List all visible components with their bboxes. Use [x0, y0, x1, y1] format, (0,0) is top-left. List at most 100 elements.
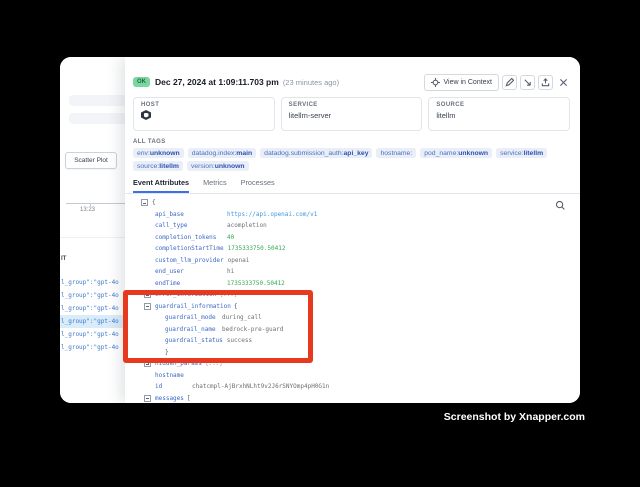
- service-card-value: litellm-server: [289, 111, 415, 120]
- app-window: Scatter Plot 13:23 IT l_group":"gpt-4o l…: [60, 57, 580, 403]
- group-row[interactable]: l_group":"gpt-4o: [60, 302, 125, 315]
- search-icon[interactable]: [555, 200, 566, 213]
- tag-pod-name[interactable]: pod_name:unknown: [420, 148, 492, 158]
- edit-button[interactable]: [502, 75, 517, 90]
- tag-value: unknown: [215, 163, 245, 170]
- tag-source[interactable]: source:litellm: [133, 161, 183, 171]
- expand-icon[interactable]: [144, 360, 151, 367]
- attr-row-messages: messages [: [133, 393, 570, 404]
- collapse-icon[interactable]: [141, 199, 148, 206]
- attr-key: guardrail_information: [155, 303, 231, 310]
- tab-event-attributes[interactable]: Event Attributes: [133, 178, 189, 193]
- export-icon: [541, 78, 550, 87]
- attr-row-guardrail-status: guardrail_status success: [133, 335, 570, 347]
- attr-value: bedrock-pre-guard: [222, 326, 283, 333]
- tag-value: unknown: [150, 150, 180, 157]
- host-card-label: HOST: [141, 102, 267, 108]
- background-row-placeholder: [69, 113, 127, 124]
- source-card[interactable]: SOURCE litellm: [428, 97, 570, 131]
- tag-datadog-submission-auth[interactable]: datadog.submission_auth:api_key: [260, 148, 372, 158]
- attr-key: error_information: [155, 291, 216, 298]
- attr-row-guardrail-name: guardrail_name bedrock-pre-guard: [133, 324, 570, 336]
- source-card-label: SOURCE: [436, 102, 562, 108]
- attr-key: guardrail_status: [165, 337, 223, 344]
- divider: [60, 237, 125, 238]
- attr-key: api_base: [155, 211, 223, 218]
- attr-value: acompletion: [227, 222, 267, 229]
- attr-value: 1735333750.50412: [227, 280, 285, 287]
- tag-service[interactable]: service:litellm: [496, 148, 547, 158]
- correlations-button[interactable]: [520, 75, 535, 90]
- background-row-placeholder: [69, 95, 127, 106]
- tag-version[interactable]: version:unknown: [187, 161, 249, 171]
- tag-key: datadog.index:: [192, 150, 237, 157]
- expand-icon[interactable]: [144, 291, 151, 298]
- status-badge: OK: [133, 77, 150, 87]
- export-button[interactable]: [538, 75, 553, 90]
- group-row[interactable]: l_group":"gpt-4o: [60, 289, 125, 302]
- collapse-icon[interactable]: [144, 303, 151, 310]
- tag-key: version:: [191, 163, 215, 170]
- host-card[interactable]: HOST: [133, 97, 275, 131]
- attr-value: hi: [227, 268, 234, 275]
- tag-value: main: [236, 150, 252, 157]
- chart-axis-tick: [90, 203, 91, 206]
- background-page-strip: Scatter Plot 13:23 IT l_group":"gpt-4o l…: [60, 57, 125, 403]
- view-in-context-button[interactable]: View in Context: [424, 74, 499, 91]
- all-tags-label: ALL TAGS: [133, 139, 570, 145]
- attr-value: openai: [228, 257, 250, 264]
- attr-value-link[interactable]: https://api.openai.com/v1: [227, 211, 317, 218]
- branch-arrow-icon: [523, 78, 532, 87]
- tag-hostname[interactable]: hostname:: [376, 148, 416, 158]
- attr-row-end-user: end_user hi: [133, 266, 570, 278]
- open-brace: {: [152, 199, 156, 206]
- attr-key: endTime: [155, 280, 223, 287]
- group-row-highlighted[interactable]: l_group":"gpt-4o: [60, 315, 125, 328]
- tag-key: source:: [137, 163, 159, 170]
- chart-axis-label: 13:23: [80, 207, 95, 213]
- attr-row-id: id chatcmpl-AjBrxhNLht9v2J6rSNYOmp4pH0G1…: [133, 381, 570, 393]
- scatter-plot-button[interactable]: Scatter Plot: [65, 152, 117, 169]
- attr-row-call-type: call_type acompletion: [133, 220, 570, 232]
- close-brace: }: [165, 349, 169, 356]
- tag-key: env:: [137, 150, 150, 157]
- crosshair-icon: [431, 78, 440, 87]
- attr-key: messages: [155, 395, 184, 402]
- header-actions: View in Context: [424, 73, 570, 91]
- tag-key: datadog.submission_auth:: [264, 150, 343, 157]
- attr-key: custom_llm_provider: [155, 257, 224, 264]
- tag-value: unknown: [458, 150, 488, 157]
- attr-row-guardrail-mode: guardrail_mode during_call: [133, 312, 570, 324]
- group-row[interactable]: l_group":"gpt-4o: [60, 276, 125, 289]
- tab-metrics[interactable]: Metrics: [203, 178, 227, 193]
- attr-key: call_type: [155, 222, 223, 229]
- tag-key: hostname:: [380, 150, 412, 157]
- attr-row-hostname: hostname: [133, 370, 570, 382]
- tag-value: litellm: [524, 150, 544, 157]
- close-button[interactable]: [556, 75, 570, 89]
- attr-row-end-time: endTime 1735333750.50412: [133, 278, 570, 290]
- attr-value: chatcmpl-AjBrxhNLht9v2J6rSNYOmp4pH0G1n: [192, 383, 329, 390]
- tab-processes[interactable]: Processes: [241, 178, 275, 193]
- event-header: OK Dec 27, 2024 at 1:09:11.703 pm (23 mi…: [133, 73, 570, 91]
- group-row[interactable]: l_group":"gpt-4o: [60, 341, 125, 354]
- json-root-row: {: [133, 197, 570, 209]
- collapse-icon[interactable]: [144, 395, 151, 402]
- event-timestamp: Dec 27, 2024 at 1:09:11.703 pm: [155, 77, 279, 87]
- attr-row-hidden-params: hidden_params {...}: [133, 358, 570, 370]
- collapsed-preview: {...}: [219, 291, 237, 298]
- tag-env[interactable]: env:unknown: [133, 148, 184, 158]
- group-row-list: l_group":"gpt-4o l_group":"gpt-4o l_grou…: [60, 276, 125, 354]
- service-card[interactable]: SERVICE litellm-server: [281, 97, 423, 131]
- tag-key: pod_name:: [424, 150, 458, 157]
- tag-value: api_key: [344, 150, 369, 157]
- tag-key: service:: [500, 150, 523, 157]
- attr-value: during_call: [222, 314, 262, 321]
- attr-key: guardrail_name: [165, 326, 218, 333]
- chart-axis-line: [66, 203, 125, 204]
- attr-value: 40: [227, 234, 234, 241]
- event-relative-time: (23 minutes ago): [283, 78, 339, 87]
- tag-datadog-index[interactable]: datadog.index:main: [188, 148, 256, 158]
- tag-value: litellm: [159, 163, 179, 170]
- group-row[interactable]: l_group":"gpt-4o: [60, 328, 125, 341]
